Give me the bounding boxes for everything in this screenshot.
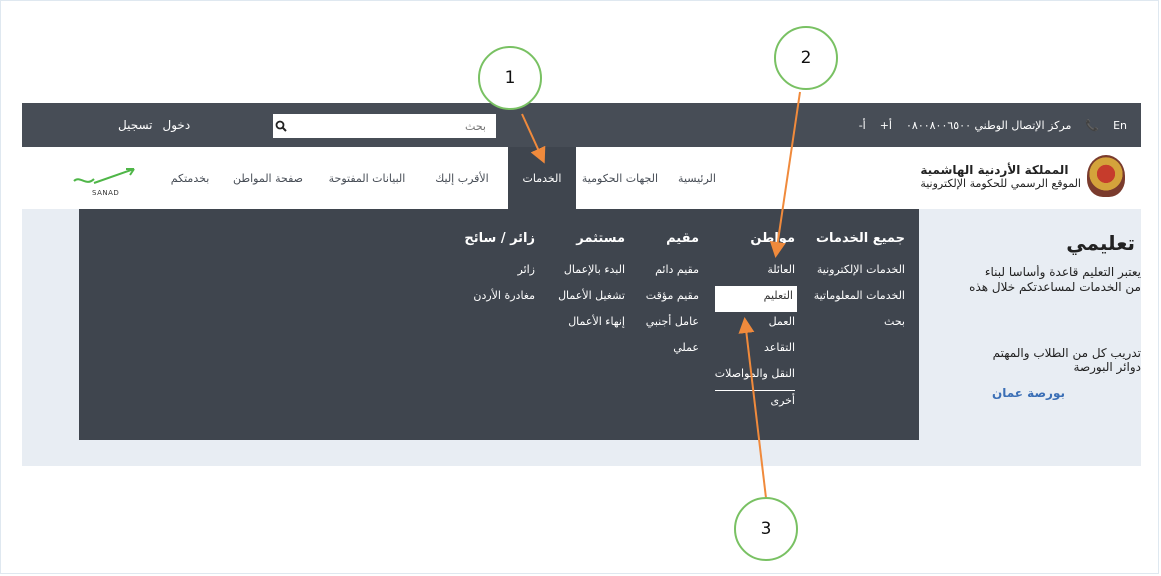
annotation-arrows [521,91,801,499]
arrow-3 [738,317,767,499]
annotation-circle-2: 2 [774,26,838,90]
annotation-circle-1: 1 [478,46,542,110]
annotation-circle-3: 3 [734,497,798,561]
arrow-1 [521,113,546,164]
arrow-2 [769,91,801,258]
